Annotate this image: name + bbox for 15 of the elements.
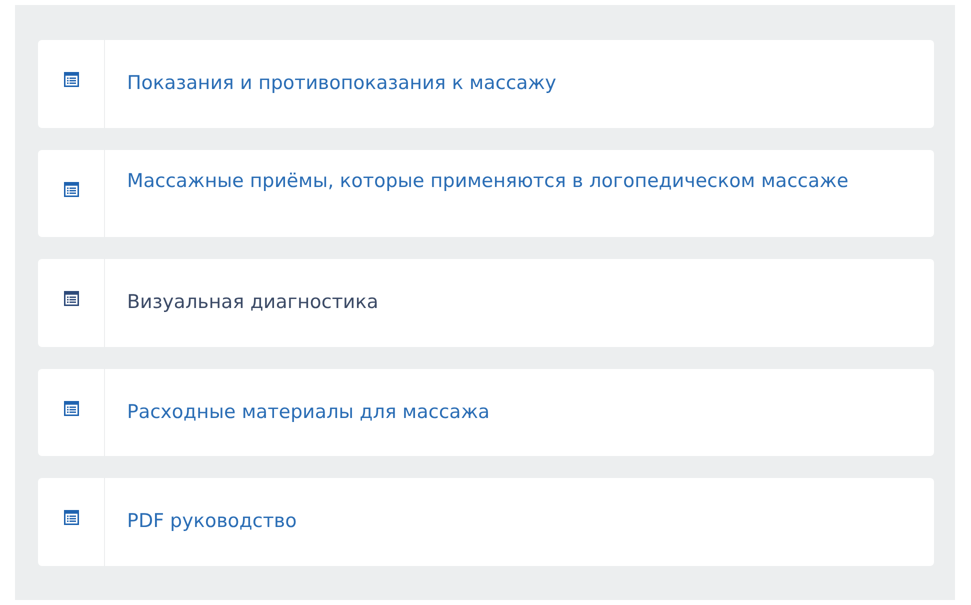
lesson-title: Расходные материалы для массажа — [127, 400, 490, 425]
lesson-card[interactable]: Показания и противопоказания к массажу — [38, 40, 934, 128]
list-icon — [64, 72, 78, 87]
list-icon — [64, 182, 78, 197]
list-icon — [64, 400, 78, 416]
lesson-card[interactable]: Визуальная диагностика — [38, 259, 934, 347]
lesson-title: Показания и противопоказания к массажу — [127, 71, 556, 96]
lesson-title: PDF руководство — [127, 509, 297, 534]
lesson-title: Массажные приёмы, которые применяются в логопедическом массаже — [127, 168, 848, 194]
lesson-card[interactable]: PDF руководство — [38, 478, 934, 566]
lesson-card[interactable]: Расходные материалы для массажа — [38, 368, 934, 456]
list-icon — [64, 510, 78, 526]
list-icon — [64, 291, 78, 306]
lesson-title: Визуальная диагностика — [127, 290, 378, 316]
lesson-card[interactable]: Массажные приёмы, которые применяются в логопедическом массаже — [38, 150, 934, 238]
